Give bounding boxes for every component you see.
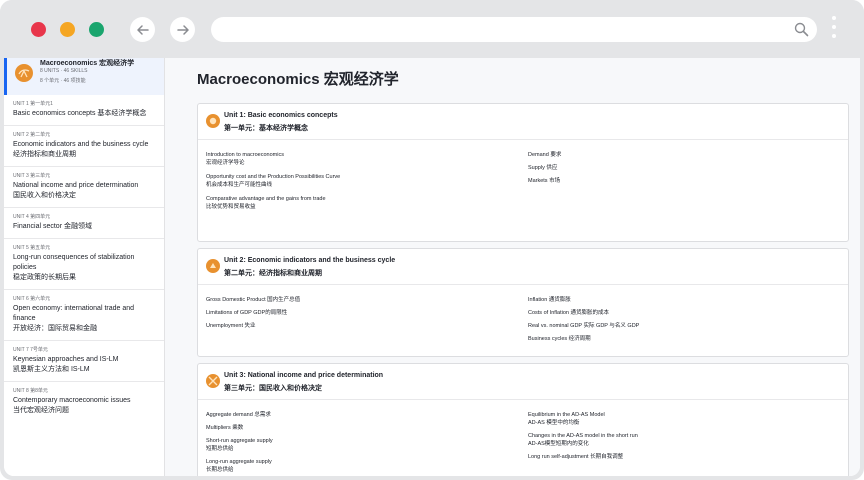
page-title: Macroeconomics 宏观经济学 (197, 71, 399, 88)
browser-toolbar (0, 0, 864, 58)
unit-kicker: UNIT 1 第一单元1 (13, 101, 53, 107)
course-header[interactable]: Macroeconomics 宏观经济学 8 UNITS · 46 SKILLS… (4, 58, 164, 95)
divider (198, 284, 848, 285)
skills-left: Introduction to macroeconomics 宏观经济学导论 O… (206, 151, 516, 211)
unit-card-title: Unit 3: National income and price determ… (224, 372, 384, 379)
sidebar-item-unit-6[interactable]: UNIT 6 第六单元 Open economy: international … (4, 290, 164, 341)
skills-left: Gross Domestic Product 国内生产总值 Limitation… (206, 296, 516, 330)
minimize-window-dot[interactable] (60, 22, 75, 37)
back-button[interactable] (130, 17, 155, 42)
unit-name: Long-run consequences of stabilization p… (13, 254, 135, 271)
skill-link[interactable]: Supply 供应 (528, 164, 828, 172)
skill-link[interactable]: Aggregate demand 总需求 (206, 411, 516, 419)
unit-card-title-cn: 第二单元：经济指标和商业周期 (224, 270, 322, 277)
skill-link[interactable]: AD-AS 模型中的均衡 (528, 419, 828, 427)
skill-link[interactable]: 短期总供给 (206, 445, 516, 453)
unit-icon (206, 374, 220, 388)
arrow-right-icon (176, 24, 189, 35)
skill-link[interactable]: Limitations of GDP GDP的局限性 (206, 309, 516, 317)
arrow-left-icon (136, 24, 149, 35)
unit-name-cn: 经济指标和商业周期 (13, 151, 76, 158)
sidebar-item-unit-2[interactable]: UNIT 2 第二单元 Economic indicators and the … (4, 126, 164, 167)
course-sidebar: Macroeconomics 宏观经济学 8 UNITS · 46 SKILLS… (4, 58, 165, 476)
skills-right: Demand 要求 Supply 供应 Markets 市场 (528, 151, 828, 185)
skill-link[interactable]: Long-run aggregate supply (206, 458, 516, 466)
skill-link[interactable]: Unemployment 失业 (206, 322, 516, 330)
unit-name: Contemporary macroeconomic issues (13, 397, 131, 404)
divider (198, 399, 848, 400)
unit-kicker: UNIT 5 第五单元 (13, 245, 51, 251)
skill-link[interactable]: Comparative advantage and the gains from… (206, 195, 516, 203)
skills-right: Inflation 通货膨胀 Costs of Inflation 通货膨胀的成… (528, 296, 828, 343)
unit-kicker: UNIT 4 第四单元 (13, 214, 51, 220)
unit-name: Economic indicators and the business cyc… (13, 141, 149, 148)
skills-left: Aggregate demand 总需求 Multipliers 乘数 Shor… (206, 411, 516, 474)
unit-card-title-cn: 第三单元：国民收入和价格决定 (224, 385, 322, 392)
unit-name: Keynesian approaches and IS-LM (13, 356, 119, 363)
forward-button[interactable] (170, 17, 195, 42)
unit-kicker: UNIT 8 第8单元 (13, 388, 48, 394)
unit-card-title: Unit 1: Basic economics concepts (224, 112, 338, 119)
page-viewport: Macroeconomics 宏观经济学 8 UNITS · 46 SKILLS… (4, 58, 860, 476)
unit-icon (206, 114, 220, 128)
course-icon (15, 64, 33, 82)
address-bar[interactable] (211, 17, 817, 42)
browser-window: Macroeconomics 宏观经济学 8 UNITS · 46 SKILLS… (0, 0, 864, 480)
skill-link[interactable]: Inflation 通货膨胀 (528, 296, 828, 304)
unit-icon (206, 259, 220, 273)
unit-name-cn: 凯恩斯主义方法和 IS-LM (13, 366, 90, 373)
skill-link[interactable]: Short-run aggregate supply (206, 437, 516, 445)
skill-link[interactable]: Multipliers 乘数 (206, 424, 516, 432)
course-meta: 8 UNITS · 46 SKILLS (40, 68, 88, 74)
unit-name: Basic economics concepts 基本经济学概念 (13, 110, 147, 117)
unit-kicker: UNIT 2 第二单元 (13, 132, 51, 138)
unit-card: Unit 3: National income and price determ… (197, 363, 849, 476)
skill-link[interactable]: Equilibrium in the AD-AS Model (528, 411, 828, 419)
unit-card: Unit 1: Basic economics concepts 第一单元：基本… (197, 103, 849, 242)
skill-link[interactable]: Introduction to macroeconomics (206, 151, 516, 159)
unit-name-cn: 当代宏观经济问题 (13, 407, 69, 414)
close-window-dot[interactable] (31, 22, 46, 37)
unit-name-cn: 国民收入和价格决定 (13, 192, 76, 199)
skill-link[interactable]: 宏观经济学导论 (206, 159, 516, 167)
skill-link[interactable]: 比较优势和贸易收益 (206, 203, 516, 211)
skills-right: Equilibrium in the AD-AS Model AD-AS 模型中… (528, 411, 828, 461)
sidebar-item-unit-5[interactable]: UNIT 5 第五单元 Long-run consequences of sta… (4, 239, 164, 290)
unit-kicker: UNIT 6 第六单元 (13, 296, 51, 302)
search-icon[interactable] (794, 22, 809, 37)
sidebar-item-unit-4[interactable]: UNIT 4 第四单元 Financial sector 金融领域 (4, 208, 164, 239)
course-main: Macroeconomics 宏观经济学 Unit 1: Basic econo… (165, 58, 860, 476)
unit-card: Unit 2: Economic indicators and the busi… (197, 248, 849, 357)
unit-card-title: Unit 2: Economic indicators and the busi… (224, 257, 396, 264)
unit-name: National income and price determination (13, 182, 139, 189)
unit-kicker: UNIT 7 7号单元 (13, 347, 48, 353)
skill-link[interactable]: 机会成本和生产可能性曲线 (206, 181, 516, 189)
unit-name-cn: 开放经济：国际贸易和金融 (13, 325, 97, 332)
unit-name: Open economy: international trade and fi… (13, 305, 135, 322)
skill-link[interactable]: Markets 市场 (528, 177, 828, 185)
maximize-window-dot[interactable] (89, 22, 104, 37)
skill-link[interactable]: Costs of Inflation 通货膨胀的成本 (528, 309, 828, 317)
sidebar-item-unit-8[interactable]: UNIT 8 第8单元 Contemporary macroeconomic i… (4, 382, 164, 422)
skill-link[interactable]: Changes in the AD-AS model in the short … (528, 432, 828, 440)
more-vertical-icon[interactable] (830, 16, 838, 44)
unit-kicker: UNIT 3 第三单元 (13, 173, 51, 179)
sidebar-item-unit-7[interactable]: UNIT 7 7号单元 Keynesian approaches and IS-… (4, 341, 164, 382)
unit-card-title-cn: 第一单元：基本经济学概念 (224, 125, 308, 132)
sidebar-item-unit-3[interactable]: UNIT 3 第三单元 National income and price de… (4, 167, 164, 208)
skill-link[interactable]: Gross Domestic Product 国内生产总值 (206, 296, 516, 304)
skill-link[interactable]: Real vs. nominal GDP 实际 GDP 与名义 GDP (528, 322, 828, 330)
skill-link[interactable]: Long run self-adjustment 长期自我调整 (528, 453, 828, 461)
skill-link[interactable]: Business cycles 经济周期 (528, 335, 828, 343)
skill-link[interactable]: 长期总供给 (206, 466, 516, 474)
sidebar-item-unit-1[interactable]: UNIT 1 第一单元1 Basic economics concepts 基本… (4, 95, 164, 126)
skill-link[interactable]: AD-AS模型短期内的变化 (528, 440, 828, 448)
skill-link[interactable]: Opportunity cost and the Production Poss… (206, 173, 516, 181)
course-title: Macroeconomics 宏观经济学 (40, 60, 135, 67)
course-meta-cn: 8 个单元 · 46 项技能 (40, 78, 86, 84)
unit-name-cn: 稳定政策的长期后果 (13, 274, 76, 281)
skill-link[interactable]: Demand 要求 (528, 151, 828, 159)
unit-name: Financial sector 金融领域 (13, 223, 92, 230)
divider (198, 139, 848, 140)
